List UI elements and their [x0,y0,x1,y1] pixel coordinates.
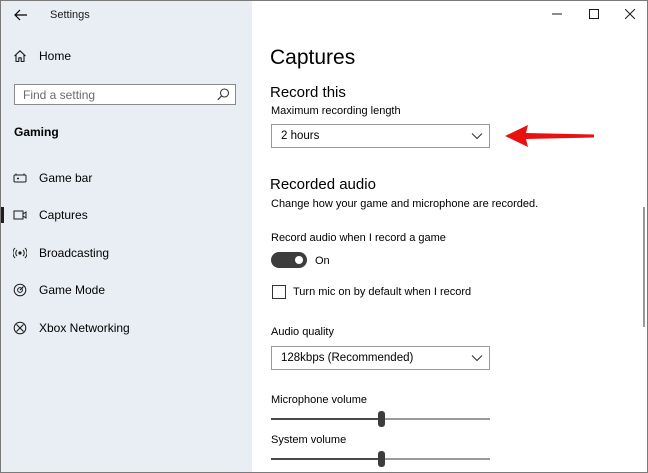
settings-window: Settings Home Gaming Game bar [0,0,648,473]
mic-default-label: Turn mic on by default when I record [293,286,472,298]
record-this-heading: Record this [270,84,346,101]
nav-home[interactable]: Home [13,49,71,63]
record-audio-label: Record audio when I record a game [271,232,446,244]
dropdown-value: 128kbps (Recommended) [281,352,414,364]
sidebar-item-xbox-networking[interactable]: Xbox Networking [1,315,252,341]
game-mode-icon [13,283,27,297]
chevron-down-icon [471,355,483,362]
selection-indicator [1,207,4,223]
sidebar-item-label: Game bar [39,171,93,185]
search-icon[interactable] [216,87,231,102]
section-heading: Gaming [14,125,59,139]
scrollbar[interactable] [643,207,645,327]
game-bar-icon [13,171,27,185]
slider-thumb[interactable] [378,411,385,427]
toggle-state-text: On [315,255,330,267]
sidebar-item-game-bar[interactable]: Game bar [1,165,252,191]
mic-default-checkbox[interactable] [272,285,286,299]
chevron-down-icon [471,133,483,140]
slider-fill [271,458,381,460]
recorded-audio-heading: Recorded audio [270,176,376,193]
window-title: Settings [50,9,90,21]
toggle-knob [295,256,303,264]
xbox-icon [13,321,27,335]
system-volume-slider[interactable] [271,451,490,467]
sidebar-item-broadcasting[interactable]: Broadcasting [1,240,252,266]
max-recording-length-dropdown[interactable]: 2 hours [271,124,490,148]
annotation-arrow [505,125,594,147]
record-audio-toggle[interactable] [271,252,307,268]
microphone-volume-label: Microphone volume [271,394,367,406]
sidebar-item-label: Captures [39,208,88,222]
max-recording-length-label: Maximum recording length [271,105,401,117]
sidebar-item-captures[interactable]: Captures [1,202,252,228]
broadcasting-icon [13,246,27,260]
dropdown-value: 2 hours [281,130,320,142]
nav-home-label: Home [39,49,72,63]
sidebar-item-game-mode[interactable]: Game Mode [1,277,252,303]
slider-thumb[interactable] [378,451,385,467]
search-input[interactable] [15,85,219,104]
sidebar: Settings Home Gaming Game bar [1,1,252,472]
captures-icon [13,208,27,222]
system-volume-label: System volume [271,434,347,446]
sidebar-item-label: Broadcasting [39,246,110,260]
audio-quality-label: Audio quality [271,326,334,338]
microphone-volume-slider[interactable] [271,411,490,427]
home-icon [14,50,26,63]
main-content: Captures Record this Maximum recording l… [252,1,647,472]
back-button[interactable] [9,5,33,25]
arrow-left-icon [14,9,27,21]
search-box[interactable] [14,84,236,105]
slider-fill [271,418,381,420]
page-title: Captures [270,46,356,69]
recorded-audio-description: Change how your game and microphone are … [271,198,539,210]
sidebar-item-label: Game Mode [39,283,106,297]
sidebar-item-label: Xbox Networking [39,321,130,335]
audio-quality-dropdown[interactable]: 128kbps (Recommended) [271,346,490,370]
